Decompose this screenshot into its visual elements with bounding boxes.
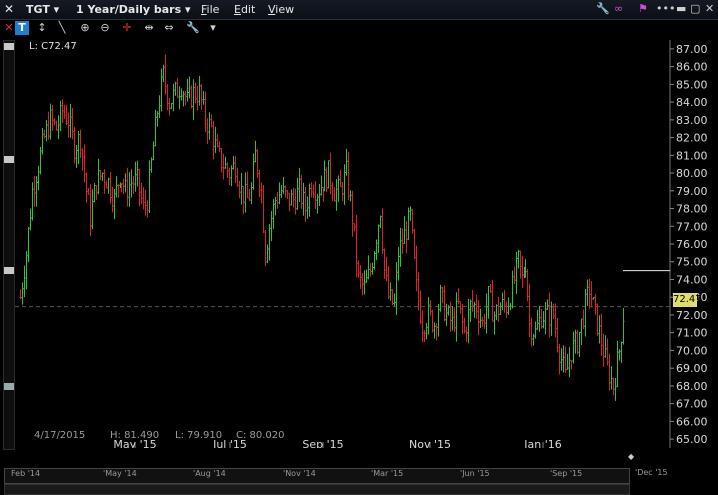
y-tick-label: 69.00 xyxy=(676,362,708,375)
y-tick-label: 79.00 xyxy=(676,185,708,198)
x-tick-label: Nov '15 xyxy=(409,438,451,448)
toolbar-dropdown-icon[interactable]: ▾ xyxy=(206,21,220,35)
link-icon[interactable]: ∞ xyxy=(614,2,623,15)
scale-handle-lower[interactable] xyxy=(4,267,14,274)
menu-edit-label: dit xyxy=(240,3,256,16)
navigator-scrollbar[interactable] xyxy=(4,484,630,495)
bar-chart-icon[interactable]: ↕ xyxy=(35,21,49,35)
y-tick-label: 83.00 xyxy=(676,114,708,127)
price-chart[interactable]: 87.00 86.00 85.00 84.00 83.00 82.00 81.00 80.00… xyxy=(15,40,715,448)
nav-label: Feb '14 xyxy=(11,469,41,478)
symbol-dropdown[interactable]: TGT ▾ xyxy=(26,3,59,16)
y-tick-label: 72.00 xyxy=(676,309,708,322)
y-tick-label: 85.00 xyxy=(676,78,708,91)
y-tick-label: 66.00 xyxy=(676,415,708,428)
left-scale-bar[interactable] xyxy=(3,40,15,450)
text-tool-icon[interactable]: T xyxy=(15,21,29,35)
navigator-handle-icon[interactable]: ◆ xyxy=(628,452,634,461)
crosshair-icon[interactable]: ✛ xyxy=(120,21,134,35)
zoom-in-icon[interactable]: ⊕ xyxy=(78,21,92,35)
y-tick-label: 67.00 xyxy=(676,398,708,411)
menu-view-label: iew xyxy=(275,3,295,16)
nav-label: 'May '14 xyxy=(103,469,137,478)
y-tick-label: 65.00 xyxy=(676,433,708,446)
minimize-icon[interactable]: ▬ xyxy=(676,2,686,15)
maximize-icon[interactable]: ▢ xyxy=(690,2,700,15)
current-price-tag: 72.47 xyxy=(673,293,702,307)
info-close: C: 80.020 xyxy=(236,430,285,441)
window-titlebar: ✕ TGT ▾ 1 Year/Daily bars ▾ File Edit Vi… xyxy=(0,0,718,20)
navigator-bar[interactable]: Feb '14 'May '14 'Aug '14 'Nov '14 'Mar … xyxy=(4,468,630,484)
crosshair-x-icon[interactable]: ✕ xyxy=(2,21,16,35)
scale-handle-mid[interactable] xyxy=(4,156,14,163)
info-date: 4/17/2015 xyxy=(34,430,86,441)
nav-label: 'Nov '14 xyxy=(283,469,316,478)
y-tick-label: 71.00 xyxy=(676,327,708,340)
period-dropdown[interactable]: 1 Year/Daily bars ▾ xyxy=(76,3,191,16)
y-tick-label: 80.00 xyxy=(676,167,708,180)
y-tick-label: 84.00 xyxy=(676,96,708,109)
more-icon[interactable]: ••• xyxy=(656,2,675,15)
chart-legend: L: C72.47 xyxy=(29,41,77,52)
window-close-icon[interactable]: ✕ xyxy=(705,2,714,15)
y-tick-label: 82.00 xyxy=(676,132,708,145)
flag-icon[interactable]: ⚑ xyxy=(638,2,648,15)
chart-toolbar: ✕ T ↕ ╲ ⊕ ⊖ ✛ ⇹ ⇔ 🔧 ▾ xyxy=(0,20,718,38)
compress-icon[interactable]: ⇔ xyxy=(162,21,176,35)
period-label: 1 Year/Daily bars xyxy=(76,3,182,16)
nav-label: 'Aug '14 xyxy=(193,469,226,478)
y-tick-label: 76.00 xyxy=(676,238,708,251)
scale-handle-bottom[interactable] xyxy=(4,383,14,390)
y-tick-label: 75.00 xyxy=(676,256,708,269)
menu-edit[interactable]: Edit xyxy=(234,3,255,16)
nav-label: 'Jun '15 xyxy=(460,469,490,478)
y-tick-label: 74.00 xyxy=(676,273,708,286)
settings-wrench-icon[interactable]: 🔧 xyxy=(186,21,200,35)
x-tick-label: Sep '15 xyxy=(302,438,343,448)
close-icon[interactable]: ✕ xyxy=(4,2,14,16)
y-tick-label: 86.00 xyxy=(676,61,708,74)
x-tick-label: Jan '16 xyxy=(523,438,561,448)
wrench-icon[interactable]: 🔧 xyxy=(596,2,610,15)
y-tick-label: 81.00 xyxy=(676,149,708,162)
menu-view[interactable]: View xyxy=(268,3,294,16)
zoom-out-icon[interactable]: ⊖ xyxy=(98,21,112,35)
menu-edit-mnemonic: E xyxy=(234,3,241,16)
nav-label-end: 'Dec '15 xyxy=(635,468,668,477)
y-tick-label: 68.00 xyxy=(676,380,708,393)
menu-file[interactable]: File xyxy=(201,3,219,16)
y-tick-label: 87.00 xyxy=(676,43,708,56)
symbol-label: TGT xyxy=(26,3,50,16)
menu-file-label: ile xyxy=(206,3,220,16)
info-low: L: 79.910 xyxy=(175,430,223,441)
y-tick-label: 70.00 xyxy=(676,344,708,357)
scale-handle-top[interactable] xyxy=(4,43,14,50)
y-tick-label: 78.00 xyxy=(676,203,708,216)
nav-label: 'Mar '15 xyxy=(371,469,404,478)
draw-line-icon[interactable]: ╲ xyxy=(55,21,69,35)
nav-label: 'Sep '15 xyxy=(550,469,583,478)
info-high: H: 81.490 xyxy=(110,430,160,441)
y-tick-label: 77.00 xyxy=(676,220,708,233)
fit-icon[interactable]: ⇹ xyxy=(142,21,156,35)
